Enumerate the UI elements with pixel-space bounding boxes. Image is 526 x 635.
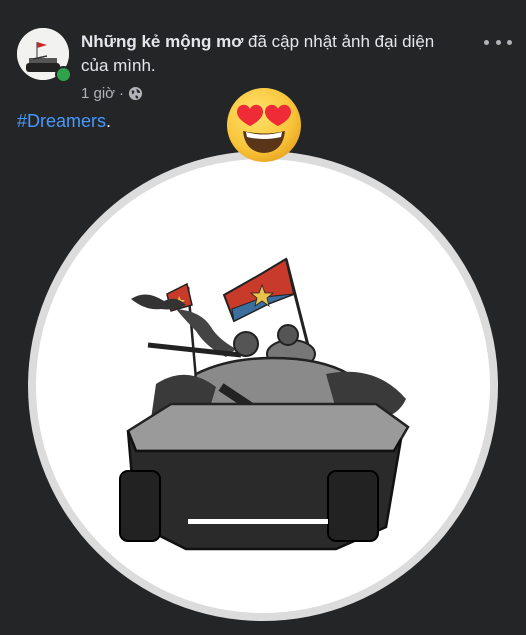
post-caption: #Dreamers. <box>17 111 111 132</box>
more-dot <box>495 39 501 45</box>
profile-update-post: Những kẻ mộng mơ đã cập nhật ảnh đại diệ… <box>0 0 526 635</box>
author-name-link[interactable]: Những kẻ mộng mơ <box>81 32 243 51</box>
hashtag-link[interactable]: #Dreamers <box>17 111 106 131</box>
profile-picture[interactable] <box>36 159 490 613</box>
caption-suffix: . <box>106 111 112 131</box>
meta-separator: · <box>119 85 125 102</box>
more-options-icon[interactable] <box>484 32 512 52</box>
post-timestamp[interactable]: 1 giờ <box>81 85 115 102</box>
heart-eyes-emoji <box>225 86 303 164</box>
online-status-dot <box>55 66 72 83</box>
globe-icon[interactable] <box>128 86 143 101</box>
post-meta: 1 giờ · <box>81 85 143 102</box>
more-dot <box>507 39 512 45</box>
tank-illustration <box>119 257 410 551</box>
more-dot <box>484 39 489 45</box>
post-header: Những kẻ mộng mơ đã cập nhật ảnh đại diệ… <box>81 30 461 78</box>
